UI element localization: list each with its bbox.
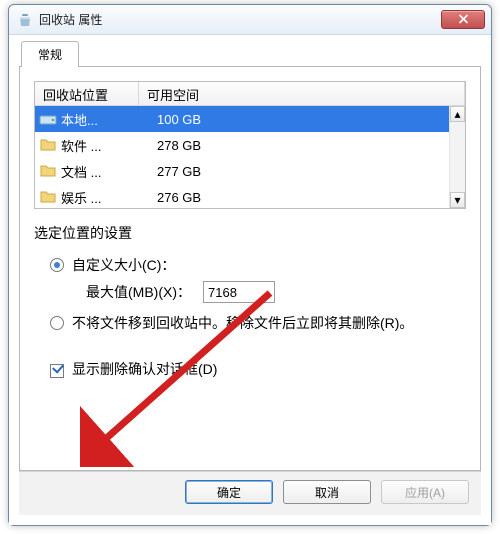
list-row[interactable]: 娱乐 ... 276 GB [35, 184, 465, 208]
cancel-button[interactable]: 取消 [283, 480, 371, 504]
properties-window: 回收站 属性 常规 回收站位置 可用空间 [8, 4, 492, 526]
folder-icon [39, 136, 57, 154]
radio-icon [50, 316, 64, 330]
tab-label: 常规 [38, 46, 62, 63]
row-space: 100 GB [157, 112, 465, 127]
row-name: 文档 ... [61, 162, 157, 181]
close-icon [458, 13, 469, 27]
tab-general[interactable]: 常规 [21, 41, 79, 67]
row-name: 软件 ... [61, 136, 157, 155]
max-size-row: 最大值(MB)(X)： [86, 281, 466, 303]
max-size-input[interactable] [203, 281, 275, 303]
radio-label: 不将文件移到回收站中。移除文件后立即将其删除(R)。 [72, 313, 413, 333]
scroll-track[interactable] [450, 122, 465, 192]
drive-icon [39, 110, 57, 128]
tab-page: 回收站位置 可用空间 本地... 100 GB 软件 ... 278 GB [19, 66, 481, 471]
list-body: 本地... 100 GB 软件 ... 278 GB 文档 ... 277 GB [35, 106, 465, 208]
apply-button[interactable]: 应用(A) [381, 480, 469, 504]
row-name: 本地... [61, 110, 157, 129]
folder-icon [39, 162, 57, 180]
list-row[interactable]: 软件 ... 278 GB [35, 132, 465, 158]
col-location[interactable]: 回收站位置 [35, 82, 139, 105]
row-space: 277 GB [157, 164, 465, 179]
titlebar[interactable]: 回收站 属性 [9, 5, 491, 35]
tabbar: 常规 [19, 41, 481, 67]
radio-no-recycle[interactable]: 不将文件移到回收站中。移除文件后立即将其删除(R)。 [50, 313, 466, 333]
row-space: 278 GB [157, 138, 465, 153]
window-title: 回收站 属性 [39, 11, 102, 28]
radio-label: 自定义大小(C)： [72, 255, 175, 275]
chevron-up-icon: ▴ [454, 107, 460, 121]
checkbox-confirm-delete[interactable]: 显示删除确认对话框(D) [50, 359, 466, 379]
scroll-down-button[interactable]: ▾ [450, 192, 465, 208]
recycle-bin-icon [17, 12, 33, 28]
folder-icon [39, 188, 57, 206]
dialog-footer: 确定 取消 应用(A) [19, 471, 481, 515]
list-row[interactable]: 文档 ... 277 GB [35, 158, 465, 184]
options-group: 自定义大小(C)： 最大值(MB)(X)： 不将文件移到回收站中。移除文件后立即… [34, 243, 466, 379]
client-area: 常规 回收站位置 可用空间 本地... 100 GB [9, 35, 491, 525]
row-name: 娱乐 ... [61, 188, 157, 207]
ok-button[interactable]: 确定 [185, 480, 273, 504]
scroll-up-button[interactable]: ▴ [450, 106, 465, 122]
close-button[interactable] [441, 10, 485, 29]
scrollbar[interactable]: ▴ ▾ [449, 106, 465, 208]
checkbox-label: 显示删除确认对话框(D) [72, 359, 217, 379]
row-space: 276 GB [157, 190, 465, 205]
checkbox-icon [50, 364, 64, 378]
chevron-down-icon: ▾ [454, 193, 460, 207]
col-space[interactable]: 可用空间 [139, 82, 465, 105]
list-row[interactable]: 本地... 100 GB [35, 106, 465, 132]
max-size-label: 最大值(MB)(X)： [86, 282, 191, 302]
radio-custom-size[interactable]: 自定义大小(C)： [50, 255, 466, 275]
radio-icon [50, 258, 64, 272]
locations-list[interactable]: 回收站位置 可用空间 本地... 100 GB 软件 ... 278 GB [34, 81, 466, 209]
group-label: 选定位置的设置 [34, 223, 466, 243]
list-header[interactable]: 回收站位置 可用空间 [35, 82, 465, 106]
